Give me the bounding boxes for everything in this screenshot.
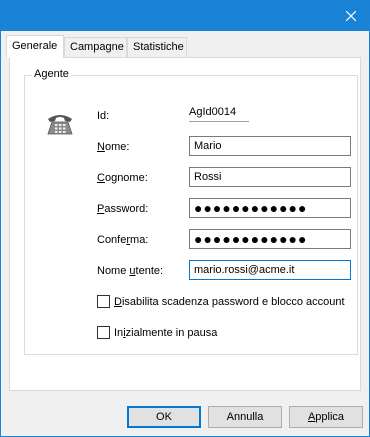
conferma-label: Conferma: <box>97 234 148 246</box>
tab-generale[interactable]: Generale <box>6 35 64 58</box>
nome-field[interactable]: Mario <box>189 136 351 156</box>
checkbox-label: Disabilita scadenza password e blocco ac… <box>114 296 345 308</box>
id-label: Id: <box>97 110 110 122</box>
start-paused-checkbox[interactable]: Inizialmente in pausa <box>97 326 217 339</box>
tab-campagne[interactable]: Campagne <box>64 37 127 57</box>
username-field[interactable]: mario.rossi@acme.it <box>189 260 351 280</box>
agent-groupbox: Agente Id: AgId0014 Nome: Mario Cognome:… <box>24 68 358 355</box>
tab-label: Campagne <box>70 41 124 53</box>
checkbox-box[interactable] <box>97 326 110 339</box>
nome-label: Nome: <box>97 141 129 153</box>
conferma-password-field[interactable]: ●●●●●●●●●●●● <box>189 229 351 249</box>
username-label: Nome utente: <box>97 265 163 277</box>
ok-button[interactable]: OK <box>127 406 201 428</box>
close-icon <box>346 11 356 21</box>
tab-label: Statistiche <box>133 41 184 53</box>
mnemonic: A <box>307 411 316 423</box>
checkbox-box[interactable] <box>97 295 110 308</box>
label-text: Nome <box>97 265 130 277</box>
password-label: Password: <box>97 203 148 215</box>
telephone-icon <box>45 110 75 139</box>
apply-button[interactable]: Applica <box>289 406 363 428</box>
groupbox-title: Agente <box>32 68 71 80</box>
checkbox-label: Inizialmente in pausa <box>114 327 217 339</box>
label-text: ognome: <box>104 172 148 184</box>
label-text: In <box>114 326 124 339</box>
id-value: AgId0014 <box>189 105 249 122</box>
button-label: pplica <box>315 411 345 423</box>
label-text: zialmente in pausa <box>125 326 218 339</box>
title-bar <box>1 1 369 31</box>
label-text: Confe <box>97 234 127 246</box>
mnemonic: C <box>97 172 105 184</box>
mnemonic: N <box>97 141 105 153</box>
label-text: tente: <box>135 265 164 277</box>
tab-statistiche[interactable]: Statistiche <box>127 37 187 57</box>
cognome-label: Cognome: <box>97 172 148 184</box>
label-text: assword: <box>104 203 149 215</box>
cognome-field[interactable]: Rossi <box>189 167 351 187</box>
dialog-window: Generale Campagne Statistiche Agente Id:… <box>0 0 370 437</box>
disable-expiry-checkbox[interactable]: Disabilita scadenza password e blocco ac… <box>97 295 345 308</box>
mnemonic: D <box>114 295 122 308</box>
cancel-button[interactable]: Annulla <box>208 406 282 428</box>
tab-label: Generale <box>12 40 58 52</box>
close-button[interactable] <box>333 1 369 31</box>
password-field[interactable]: ●●●●●●●●●●●● <box>189 198 351 218</box>
label-text: ma: <box>130 234 149 246</box>
label-text: isabilita scadenza password e blocco acc… <box>121 295 345 308</box>
label-text: ome: <box>104 141 130 153</box>
tab-panel-generale: Agente Id: AgId0014 Nome: Mario Cognome:… <box>9 57 361 391</box>
